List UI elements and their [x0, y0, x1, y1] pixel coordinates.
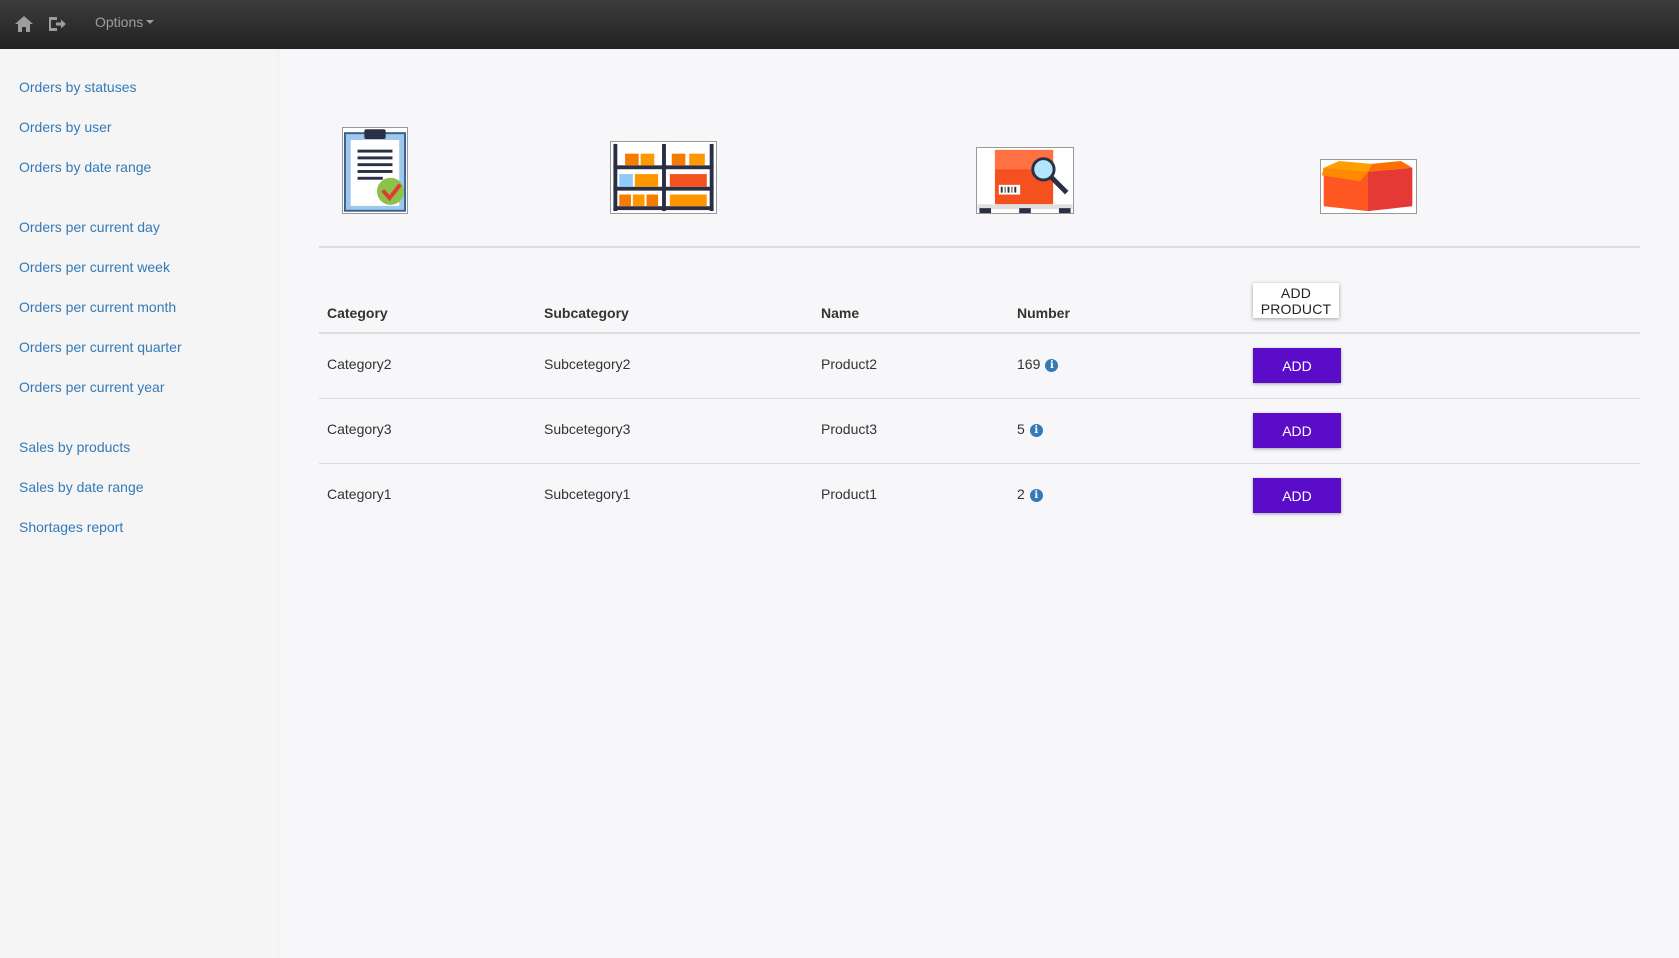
add-product-button[interactable]: ADD PRODUCT [1253, 283, 1339, 318]
options-dropdown[interactable]: Options [95, 14, 155, 30]
sidebar-item-sales-by-date-range[interactable]: Sales by date range [19, 479, 144, 495]
warehouse-shelves-icon[interactable] [610, 141, 717, 214]
home-icon[interactable] [12, 12, 36, 36]
add-button[interactable]: ADD [1253, 413, 1341, 448]
sidebar-item-orders-by-statuses[interactable]: Orders by statuses [19, 79, 137, 95]
sidebar-item-orders-current-year[interactable]: Orders per current year [19, 379, 165, 395]
row-number: 2i [1017, 486, 1043, 502]
row-number: 169 i [1017, 356, 1059, 372]
sidebar-item-sales-by-products[interactable]: Sales by products [19, 439, 130, 455]
caret-down-icon [146, 20, 155, 24]
sidebar-item-orders-by-user[interactable]: Orders by user [19, 119, 112, 135]
row-name: Product2 [821, 356, 878, 372]
row-subcategory: Subcetegory1 [544, 486, 631, 502]
sidebar: Orders by statuses Orders by user Orders… [0, 49, 279, 958]
sidebar-item-orders-current-week[interactable]: Orders per current week [19, 259, 170, 275]
sidebar-item-orders-current-day[interactable]: Orders per current day [19, 219, 160, 235]
row-subcategory: Subcetegory2 [544, 356, 631, 372]
info-icon[interactable]: i [1045, 359, 1059, 372]
info-icon[interactable]: i [1029, 489, 1043, 502]
main-content: Category Subcategory Name Number ADD PRO… [280, 49, 1679, 958]
clipboard-checklist-icon[interactable] [342, 127, 408, 214]
sidebar-item-orders-current-month[interactable]: Orders per current month [19, 299, 176, 315]
row-category: Category3 [327, 421, 392, 437]
info-icon[interactable]: i [1029, 424, 1043, 437]
options-label: Options [95, 14, 144, 30]
package-inspection-icon[interactable] [976, 147, 1074, 214]
column-header-category: Category [327, 305, 388, 321]
sidebar-item-orders-current-quarter[interactable]: Orders per current quarter [19, 339, 182, 355]
top-navbar: Options [0, 0, 1679, 49]
row-subcategory: Subcetegory3 [544, 421, 631, 437]
table-header-border [319, 332, 1640, 334]
column-header-name: Name [821, 305, 860, 321]
column-header-subcategory: Subcategory [544, 305, 629, 321]
row-category: Category2 [327, 356, 392, 372]
row-number: 5i [1017, 421, 1043, 437]
row-name: Product1 [821, 486, 878, 502]
row-number-value: 5 [1017, 421, 1025, 437]
open-box-icon[interactable] [1320, 159, 1417, 214]
row-name: Product3 [821, 421, 878, 437]
row-category: Category1 [327, 486, 392, 502]
row-number-value: 169 [1017, 356, 1041, 372]
logout-icon[interactable] [45, 12, 69, 36]
row-number-value: 2 [1017, 486, 1025, 502]
row-divider [319, 463, 1640, 464]
divider [319, 246, 1640, 248]
add-button[interactable]: ADD [1253, 348, 1341, 383]
add-button[interactable]: ADD [1253, 478, 1341, 513]
sidebar-item-shortages-report[interactable]: Shortages report [19, 519, 123, 535]
row-divider [319, 398, 1640, 399]
column-header-number: Number [1017, 305, 1070, 321]
sidebar-item-orders-by-date-range[interactable]: Orders by date range [19, 159, 151, 175]
